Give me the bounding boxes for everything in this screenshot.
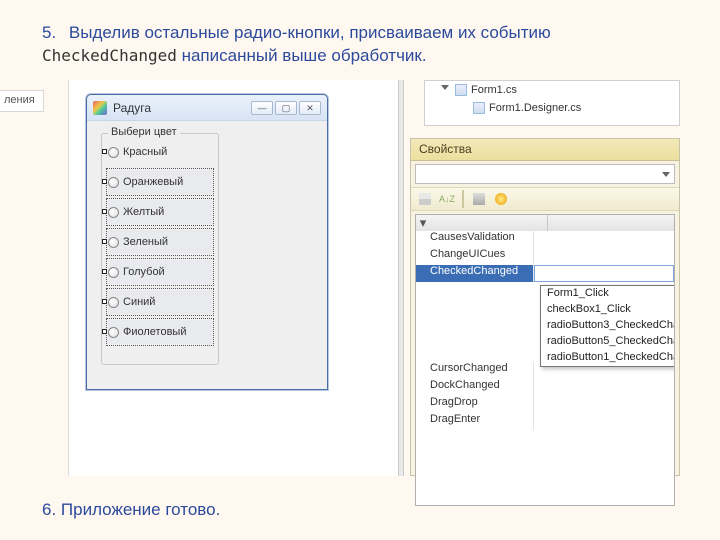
handler-option[interactable]: radioButton3_CheckedChanged (541, 318, 675, 334)
csharp-file-icon (455, 84, 467, 96)
collapse-icon[interactable]: ▾ (416, 215, 430, 231)
radio-label: Голубой (123, 266, 165, 278)
radio-circle-icon (108, 147, 119, 158)
radio-label: Зеленый (123, 236, 168, 248)
handler-option[interactable]: checkBox1_Click (541, 302, 675, 318)
handler-option[interactable]: Form1_Click (541, 286, 675, 302)
right-column: Form1.cs Form1.Designer.cs Свойства A↓Z … (404, 80, 720, 476)
event-row[interactable]: CausesValidation (416, 231, 674, 248)
radio-label: Красный (123, 146, 167, 158)
instruction-text-a: Выделив остальные радио-кнопки, присваив… (69, 23, 551, 42)
event-row[interactable]: DragEnter (416, 413, 674, 430)
expand-triangle-icon[interactable] (441, 85, 449, 90)
instruction-text-b: написанный выше обработчик. (182, 46, 427, 65)
toolbar-separator (462, 190, 464, 208)
radio-label: Оранжевый (123, 176, 183, 188)
radio-item[interactable]: Красный (108, 140, 212, 164)
instruction-5: 5. Выделив остальные радио-кнопки, присв… (42, 22, 696, 68)
categorized-button[interactable] (415, 190, 435, 208)
instruction-6: 6. Приложение готово. (42, 500, 220, 520)
lightning-icon (495, 193, 507, 205)
rainbow-icon (93, 101, 107, 115)
radio-item[interactable]: Оранжевый (108, 170, 212, 194)
events-button[interactable] (491, 190, 511, 208)
event-name: DragDrop (416, 396, 534, 413)
screenshot-area: ления Радуга — ▢ ✕ Выбери цвет Красный О… (0, 80, 720, 476)
event-handler-cell[interactable] (534, 265, 674, 282)
alphabetical-button[interactable]: A↓Z (437, 190, 457, 208)
solution-file-row[interactable]: Form1.cs (425, 81, 679, 99)
instruction-number: 5. (42, 23, 56, 42)
selection-handle-icon (102, 179, 107, 184)
close-button[interactable]: ✕ (299, 101, 321, 115)
maximize-button[interactable]: ▢ (275, 101, 297, 115)
radio-item[interactable]: Фиолетовый (108, 320, 212, 344)
event-name: CursorChanged (416, 362, 534, 379)
selection-handle-icon (102, 149, 107, 154)
event-name: ChangeUICues (416, 248, 534, 265)
event-row[interactable]: DockChanged (416, 379, 674, 396)
event-name: CheckedChanged (416, 265, 534, 282)
events-grid[interactable]: ▾ CausesValidation ChangeUICues CheckedC… (415, 214, 675, 506)
radio-item[interactable]: Голубой (108, 260, 212, 284)
properties-header: Свойства (411, 139, 679, 161)
event-row-selected[interactable]: CheckedChanged (416, 265, 674, 282)
radio-circle-icon (108, 267, 119, 278)
event-name: CausesValidation (416, 231, 534, 248)
properties-icon (473, 193, 485, 205)
design-form-window[interactable]: Радуга — ▢ ✕ Выбери цвет Красный Оранжев… (86, 94, 328, 390)
radio-circle-icon (108, 297, 119, 308)
minimize-button[interactable]: — (251, 101, 273, 115)
instruction-code: CheckedChanged (42, 46, 177, 65)
file-name: Form1.cs (471, 84, 517, 96)
event-row[interactable]: ChangeUICues (416, 248, 674, 265)
categorized-icon (419, 193, 431, 205)
radio-item[interactable]: Зеленый (108, 230, 212, 254)
selection-handle-icon (102, 299, 107, 304)
event-row[interactable]: DragDrop (416, 396, 674, 413)
groupbox-choose-color[interactable]: Выбери цвет Красный Оранжевый Желтый Зел… (101, 133, 219, 365)
left-docked-tab[interactable]: ления (0, 90, 44, 112)
radio-label: Синий (123, 296, 155, 308)
window-buttons: — ▢ ✕ (251, 101, 321, 115)
event-name: DragEnter (416, 413, 534, 430)
radio-circle-icon (108, 327, 119, 338)
form-titlebar[interactable]: Радуга — ▢ ✕ (87, 95, 327, 121)
alphabetical-icon: A↓Z (439, 194, 455, 204)
radio-label: Желтый (123, 206, 164, 218)
properties-button[interactable] (469, 190, 489, 208)
radio-circle-icon (108, 207, 119, 218)
solution-explorer-fragment[interactable]: Form1.cs Form1.Designer.cs (424, 80, 680, 126)
selection-handle-icon (102, 269, 107, 274)
properties-toolbar: A↓Z (411, 187, 679, 211)
selection-handle-icon (102, 329, 107, 334)
object-selector-dropdown[interactable] (415, 164, 675, 184)
radio-item[interactable]: Желтый (108, 200, 212, 224)
handler-dropdown[interactable]: Form1_Click checkBox1_Click radioButton3… (540, 285, 675, 367)
groupbox-label: Выбери цвет (108, 126, 180, 138)
radio-circle-icon (108, 177, 119, 188)
file-name: Form1.Designer.cs (489, 102, 581, 114)
selection-handle-icon (102, 239, 107, 244)
csharp-file-icon (473, 102, 485, 114)
handler-option[interactable]: radioButton1_CheckedChanged (541, 350, 675, 366)
form-title: Радуга (113, 101, 151, 115)
handler-option[interactable]: radioButton5_CheckedChanged (541, 334, 675, 350)
event-name: DockChanged (416, 379, 534, 396)
solution-file-row[interactable]: Form1.Designer.cs (425, 99, 679, 117)
radio-label: Фиолетовый (123, 326, 186, 338)
selection-handle-icon (102, 209, 107, 214)
radio-item[interactable]: Синий (108, 290, 212, 314)
radio-circle-icon (108, 237, 119, 248)
properties-panel: Свойства A↓Z ▾ CausesValidation ChangeUI… (410, 138, 680, 476)
grid-header: ▾ (416, 215, 674, 231)
